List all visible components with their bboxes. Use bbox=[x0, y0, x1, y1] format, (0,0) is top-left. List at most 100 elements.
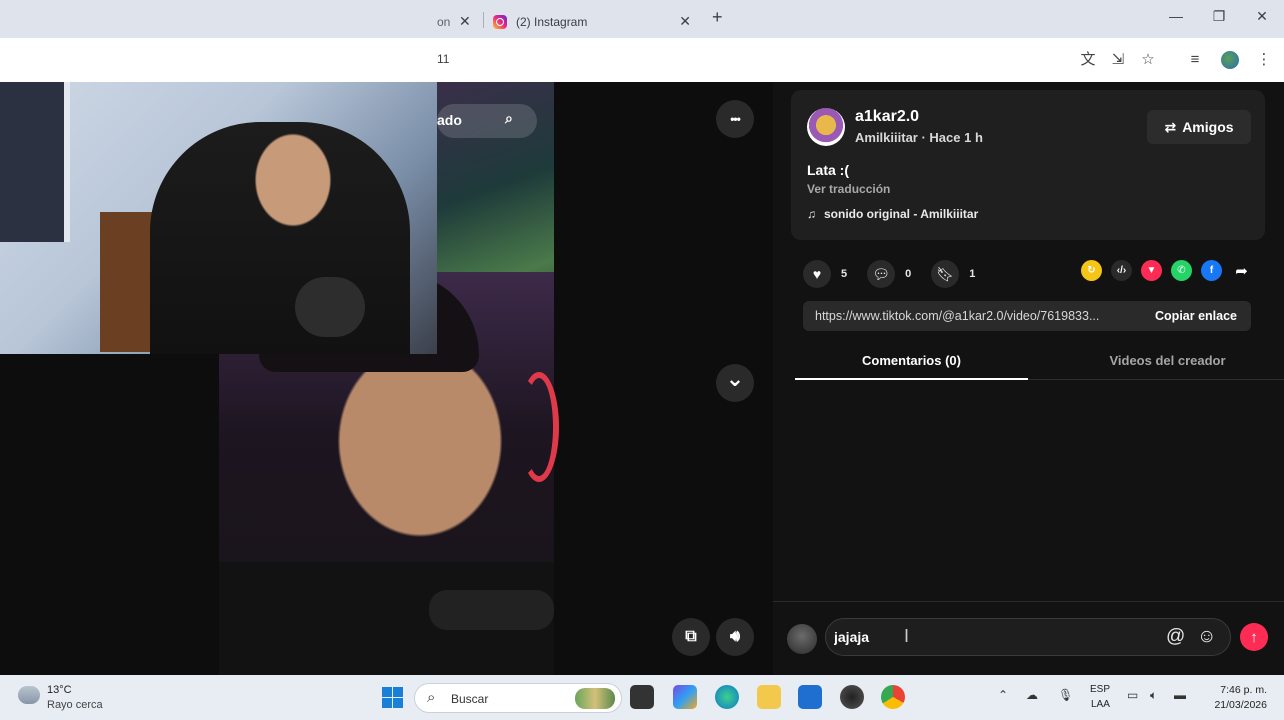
facebook-share-icon[interactable]: f bbox=[1201, 260, 1222, 281]
new-tab-button[interactable]: + bbox=[712, 7, 723, 28]
media-icon[interactable]: ≡ bbox=[1185, 50, 1205, 70]
share-link-box: https://www.tiktok.com/@a1kar2.0/video/7… bbox=[803, 301, 1251, 331]
tab-instagram-title: (2) Instagram bbox=[516, 14, 588, 29]
url-text[interactable]: 11 bbox=[437, 52, 449, 66]
search-icon: ⌕ bbox=[427, 689, 436, 706]
whatsapp-share-icon[interactable]: ✆ bbox=[1171, 260, 1192, 281]
more-icon: ••• bbox=[730, 112, 741, 126]
microphone bbox=[295, 277, 365, 337]
save-count: 1 bbox=[969, 268, 976, 280]
profile-icon bbox=[1221, 51, 1239, 70]
comment-button[interactable]: 💬︎ 0 bbox=[867, 260, 911, 288]
post-caption: Lata :( bbox=[807, 162, 849, 178]
arrow-up-icon: ↑ bbox=[1250, 628, 1258, 646]
search-icon: ⌕ bbox=[505, 110, 513, 126]
swap-icon: ⇄ bbox=[1164, 118, 1177, 135]
translate-link[interactable]: Ver traducción bbox=[807, 182, 890, 196]
comment-count: 0 bbox=[905, 268, 912, 280]
friends-label: Amigos bbox=[1182, 119, 1234, 135]
language-code[interactable]: ESP bbox=[1090, 684, 1110, 695]
comment-icon: 💬︎ bbox=[867, 260, 896, 288]
search-placeholder: Buscar bbox=[451, 692, 489, 706]
bookmark-icon: 🔖︎ bbox=[931, 260, 960, 288]
embed-share-icon[interactable]: ‹/› bbox=[1111, 260, 1132, 281]
sound-link[interactable]: ♫ sonido original - Amilkiiitar bbox=[807, 207, 978, 221]
microphone-icon[interactable]: 🎙︎ bbox=[1058, 688, 1073, 702]
tab-instagram[interactable]: (2) Instagram ✕ bbox=[485, 5, 703, 38]
screen: on ✕ (2) Instagram ✕ + — ❐ ✕ 11 文 ⇲ ☆ ≡ … bbox=[0, 0, 1284, 720]
streamer-person bbox=[150, 122, 410, 354]
panel-tabs: Comentarios (0) Videos del creador bbox=[795, 350, 1284, 380]
maximize-button[interactable]: ❐ bbox=[1209, 8, 1229, 25]
tab-separator bbox=[483, 12, 484, 28]
repost-share-icon[interactable]: ↻ bbox=[1081, 260, 1102, 281]
comment-bar: I @ ☺ ↑ bbox=[773, 601, 1284, 675]
weather-icon[interactable] bbox=[18, 686, 40, 704]
post-comment-button[interactable]: ↑ bbox=[1240, 623, 1268, 651]
background-light bbox=[519, 372, 559, 482]
copy-link-button[interactable]: Copiar enlace bbox=[1155, 309, 1237, 323]
background-window bbox=[0, 82, 70, 242]
send-share-icon[interactable]: ▼ bbox=[1141, 260, 1162, 281]
page-content: ado ⌕ ••• ⌄ ⧉ 🔊︎ a1kar2.0 Amilkiiitar · … bbox=[0, 82, 1284, 675]
friends-button[interactable]: ⇄ Amigos bbox=[1147, 110, 1251, 144]
next-video-button[interactable]: ⌄ bbox=[716, 364, 754, 402]
tab-comments[interactable]: Comentarios (0) bbox=[795, 353, 1028, 380]
miniplayer-icon: ⧉ bbox=[685, 628, 697, 645]
battery-icon[interactable]: ▬ bbox=[1174, 688, 1186, 702]
like-count: 5 bbox=[841, 268, 848, 280]
share-link[interactable]: https://www.tiktok.com/@a1kar2.0/video/7… bbox=[815, 309, 1130, 323]
post-stats: ♥ 5 💬︎ 0 🔖︎ 1 bbox=[803, 260, 995, 288]
more-options-button[interactable]: ••• bbox=[716, 100, 754, 138]
onedrive-icon[interactable]: ☁ bbox=[1026, 688, 1038, 702]
mini-player-button[interactable]: ⧉ bbox=[672, 618, 710, 656]
store-icon[interactable] bbox=[798, 685, 822, 709]
close-window-button[interactable]: ✕ bbox=[1252, 8, 1272, 25]
at-icon[interactable]: @ bbox=[1166, 626, 1185, 648]
emoji-icon[interactable]: ☺ bbox=[1197, 626, 1216, 648]
taskbar-search[interactable]: ⌕ Buscar bbox=[414, 683, 622, 713]
tab-previous-title: on bbox=[437, 14, 451, 29]
close-icon[interactable]: ✕ bbox=[679, 13, 691, 30]
post-subtitle: Amilkiiitar · Hace 1 h bbox=[855, 130, 983, 145]
volume-icon: 🔊︎ bbox=[729, 628, 741, 645]
more-share-icon[interactable]: ➦ bbox=[1231, 260, 1252, 281]
volume-button[interactable]: 🔊︎ bbox=[716, 618, 754, 656]
network-icon[interactable]: ▭ bbox=[1127, 688, 1138, 702]
clock-date[interactable]: 21/03/2026 bbox=[1207, 699, 1267, 711]
weather-temp: 13°C bbox=[47, 684, 72, 696]
save-button[interactable]: 🔖︎ 1 bbox=[931, 260, 975, 288]
chrome-icon[interactable] bbox=[881, 685, 905, 709]
avatar[interactable] bbox=[807, 108, 845, 146]
heart-icon: ♥ bbox=[803, 260, 831, 288]
chevron-down-icon: ⌄ bbox=[725, 366, 745, 391]
username[interactable]: a1kar2.0 bbox=[855, 108, 919, 126]
video-overlay-search: ado ⌕ bbox=[437, 104, 537, 138]
windows-icon[interactable] bbox=[382, 687, 403, 708]
music-icon: ♫ bbox=[807, 207, 816, 221]
keyboard-layout[interactable]: LAA bbox=[1091, 699, 1110, 710]
menu-icon[interactable]: ⋮ bbox=[1254, 50, 1274, 70]
edge-icon[interactable] bbox=[715, 685, 739, 709]
text-cursor-icon: I bbox=[904, 626, 910, 646]
translate-icon[interactable]: 文 bbox=[1078, 50, 1098, 70]
taskbar: 13°C Rayo cerca ⌕ Buscar ⌃ ☁ 🎙︎ ESP LAA … bbox=[0, 675, 1284, 720]
chevron-up-icon[interactable]: ⌃ bbox=[998, 688, 1008, 702]
file-explorer-icon[interactable] bbox=[757, 685, 781, 709]
post-card: a1kar2.0 Amilkiiitar · Hace 1 h ⇄ Amigos… bbox=[791, 90, 1265, 240]
video-overlay-text: ado bbox=[437, 112, 462, 128]
minimize-button[interactable]: — bbox=[1166, 8, 1186, 24]
like-button[interactable]: ♥ 5 bbox=[803, 260, 847, 288]
copilot-icon[interactable] bbox=[673, 685, 697, 709]
post-panel: a1kar2.0 Amilkiiitar · Hace 1 h ⇄ Amigos… bbox=[773, 82, 1284, 675]
clock-time[interactable]: 7:46 p. m. bbox=[1207, 684, 1267, 696]
obs-icon[interactable] bbox=[840, 685, 864, 709]
task-view-icon[interactable] bbox=[630, 685, 654, 709]
close-icon[interactable]: ✕ bbox=[459, 13, 471, 30]
star-icon[interactable]: ☆ bbox=[1138, 50, 1158, 70]
tab-previous[interactable]: on ✕ bbox=[437, 5, 485, 38]
volume-icon[interactable]: 🔈︎ bbox=[1150, 688, 1157, 703]
install-icon[interactable]: ⇲ bbox=[1108, 50, 1128, 70]
tab-creator-videos[interactable]: Videos del creador bbox=[1051, 353, 1284, 368]
profile-button[interactable] bbox=[1220, 50, 1240, 70]
